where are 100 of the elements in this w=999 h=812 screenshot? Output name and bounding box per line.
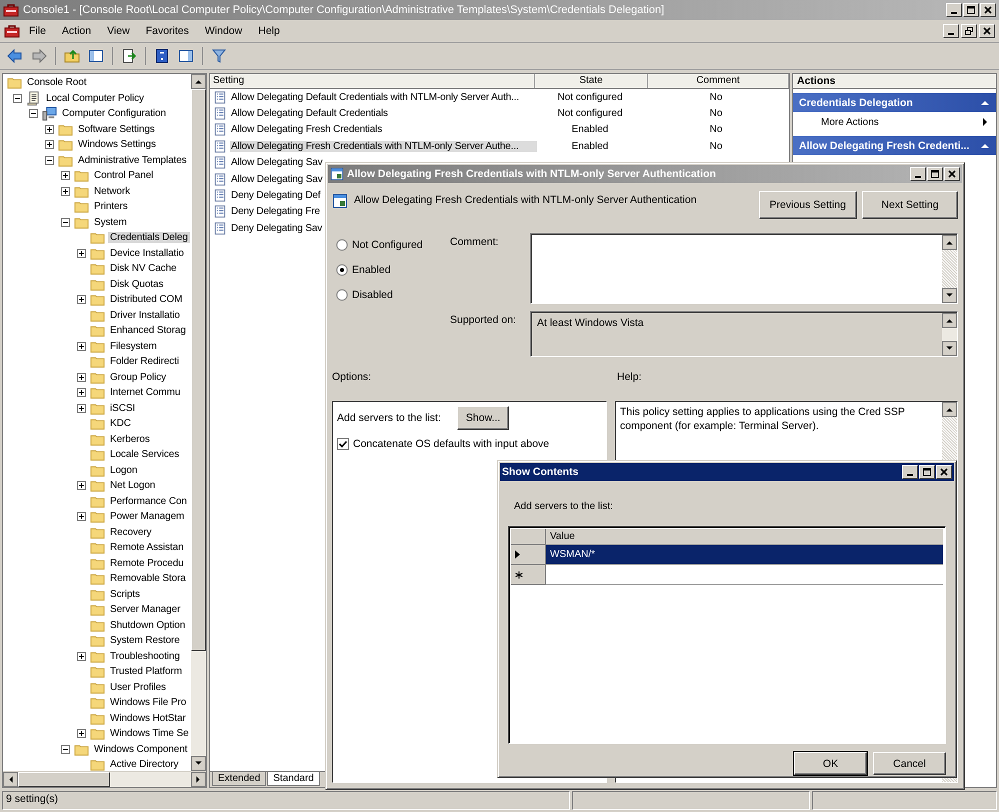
tree-item[interactable]: Group Policy bbox=[108, 372, 168, 383]
tree-item[interactable]: Performance Con bbox=[108, 496, 189, 507]
menu-item[interactable]: File bbox=[22, 23, 53, 39]
dialog-button[interactable]: Cancel bbox=[873, 752, 946, 775]
setting-name[interactable]: Allow Delegating Fresh Credentials bbox=[230, 124, 537, 136]
expand-icon[interactable] bbox=[77, 652, 86, 661]
expand-icon[interactable] bbox=[45, 124, 54, 134]
row-header[interactable] bbox=[511, 545, 546, 565]
radio-button[interactable] bbox=[336, 239, 348, 251]
column-header[interactable]: State bbox=[535, 74, 648, 88]
collapse-icon[interactable] bbox=[29, 109, 38, 118]
expand-icon[interactable] bbox=[77, 388, 86, 398]
tree-item[interactable]: Device Installatio bbox=[108, 248, 186, 259]
radio-button[interactable] bbox=[336, 264, 348, 276]
tree-item[interactable]: Scripts bbox=[108, 588, 142, 600]
tree-item[interactable]: Credentials Deleg bbox=[108, 232, 190, 244]
minimize-button[interactable] bbox=[943, 24, 959, 38]
tree-item[interactable]: Windows Component bbox=[92, 744, 190, 755]
tree-item[interactable]: Windows File Pro bbox=[108, 697, 188, 708]
scroll-thumb[interactable] bbox=[191, 89, 206, 651]
navigation-button[interactable]: Next Setting bbox=[862, 191, 958, 219]
setting-name[interactable]: Allow Delegating Fresh Credentials with NTLM-only Server Authe... bbox=[230, 140, 537, 152]
tree-item[interactable]: KDC bbox=[108, 418, 133, 430]
tree-item[interactable]: Software Settings bbox=[76, 124, 157, 135]
close-button[interactable] bbox=[936, 465, 952, 479]
tree-item[interactable]: Server Manager bbox=[108, 604, 182, 616]
tree-item[interactable]: Remote Assistan bbox=[108, 542, 186, 554]
tree-item[interactable]: Computer Configuration bbox=[60, 108, 168, 120]
checkbox[interactable] bbox=[337, 438, 349, 450]
menu-item[interactable]: Help bbox=[251, 23, 287, 39]
tree-item[interactable]: Internet Commu bbox=[108, 387, 182, 398]
expand-icon[interactable] bbox=[77, 481, 86, 490]
section-header[interactable]: Allow Delegating Fresh Credenti... bbox=[793, 136, 996, 155]
collapse-icon[interactable] bbox=[13, 94, 22, 103]
action-item[interactable]: More Actions bbox=[793, 112, 996, 132]
scroll-right-icon[interactable] bbox=[191, 772, 206, 787]
tree-item[interactable]: Folder Redirecti bbox=[108, 356, 181, 368]
tree-item[interactable]: Driver Installatio bbox=[108, 310, 182, 321]
expand-icon[interactable] bbox=[77, 342, 86, 351]
tree-item[interactable]: System Restore bbox=[108, 635, 182, 646]
value-cell[interactable]: WSMAN/* bbox=[546, 545, 943, 565]
maximize-button[interactable] bbox=[919, 465, 935, 479]
tree-item[interactable]: Logon bbox=[108, 464, 140, 476]
tree-item[interactable]: Windows HotStar bbox=[108, 712, 188, 724]
view-tab[interactable]: Extended bbox=[212, 772, 266, 786]
tree-item[interactable]: Troubleshooting bbox=[108, 650, 182, 662]
minimize-button[interactable] bbox=[946, 3, 962, 17]
expand-icon[interactable] bbox=[61, 171, 70, 180]
expand-icon[interactable] bbox=[77, 404, 86, 413]
tree-item[interactable]: Disk NV Cache bbox=[108, 263, 178, 274]
setting-name[interactable]: Allow Delegating Default Credentials with NTLM-only Server Auth... bbox=[230, 92, 537, 103]
column-header[interactable]: Comment bbox=[648, 74, 789, 88]
maximize-button[interactable] bbox=[963, 3, 979, 17]
tree-item[interactable]: Power Managem bbox=[108, 511, 186, 522]
expand-icon[interactable] bbox=[77, 248, 86, 258]
tree-item[interactable]: Windows Settings bbox=[76, 139, 158, 150]
scroll-up-icon[interactable] bbox=[191, 74, 206, 89]
tree-item[interactable]: Recovery bbox=[108, 526, 154, 538]
tree-item[interactable]: Trusted Platform bbox=[108, 666, 184, 678]
tree-item[interactable]: Disk Quotas bbox=[108, 278, 166, 290]
navigation-button[interactable]: Previous Setting bbox=[758, 191, 857, 219]
column-header[interactable]: Setting bbox=[210, 74, 535, 88]
scroll-thumb[interactable] bbox=[18, 772, 110, 787]
menu-item[interactable]: Window bbox=[198, 23, 250, 39]
dialog-button[interactable]: OK bbox=[794, 752, 867, 775]
tree-item[interactable]: Administrative Templates bbox=[76, 154, 189, 166]
expand-icon[interactable] bbox=[61, 186, 70, 196]
tree-item[interactable]: Kerberos bbox=[108, 434, 152, 445]
restore-button[interactable] bbox=[961, 24, 977, 38]
tree-item[interactable]: iSCSI bbox=[108, 402, 138, 414]
horizontal-scrollbar[interactable] bbox=[3, 771, 206, 787]
tree-item[interactable]: Control Panel bbox=[92, 170, 156, 182]
tree-item[interactable]: Remote Procedu bbox=[108, 558, 186, 569]
scroll-up-icon[interactable] bbox=[942, 402, 957, 417]
tree-item[interactable]: System bbox=[92, 216, 129, 228]
expand-icon[interactable] bbox=[77, 295, 86, 304]
tree-item[interactable]: Local Computer Policy bbox=[44, 92, 146, 104]
expand-icon[interactable] bbox=[77, 729, 86, 738]
tree-item[interactable]: Shutdown Option bbox=[108, 620, 188, 631]
tree-item[interactable]: User Profiles bbox=[108, 682, 168, 693]
tree-item[interactable]: Printers bbox=[92, 201, 130, 212]
expand-icon[interactable] bbox=[45, 140, 54, 150]
tree-item[interactable]: Filesystem bbox=[108, 340, 159, 352]
minimize-button[interactable] bbox=[902, 465, 918, 479]
tree-item[interactable]: Net Logon bbox=[108, 480, 158, 492]
collapse-icon[interactable] bbox=[61, 744, 70, 754]
tree-item[interactable]: Enhanced Storag bbox=[108, 325, 188, 336]
menu-item[interactable]: Action bbox=[54, 23, 98, 39]
tree-item[interactable]: Console Root bbox=[25, 77, 88, 88]
collapse-icon[interactable] bbox=[61, 218, 70, 227]
close-button[interactable] bbox=[979, 24, 995, 38]
close-button[interactable] bbox=[980, 3, 996, 17]
view-tab[interactable]: Standard bbox=[267, 772, 320, 786]
radio-button[interactable] bbox=[336, 289, 348, 301]
scroll-left-icon[interactable] bbox=[3, 772, 18, 787]
tree-item[interactable]: Windows Time Se bbox=[108, 728, 191, 740]
tree-item[interactable]: Distributed COM bbox=[108, 294, 184, 306]
expand-icon[interactable] bbox=[77, 512, 86, 522]
show-button[interactable]: Show... bbox=[456, 406, 510, 430]
row-header[interactable] bbox=[511, 565, 546, 585]
